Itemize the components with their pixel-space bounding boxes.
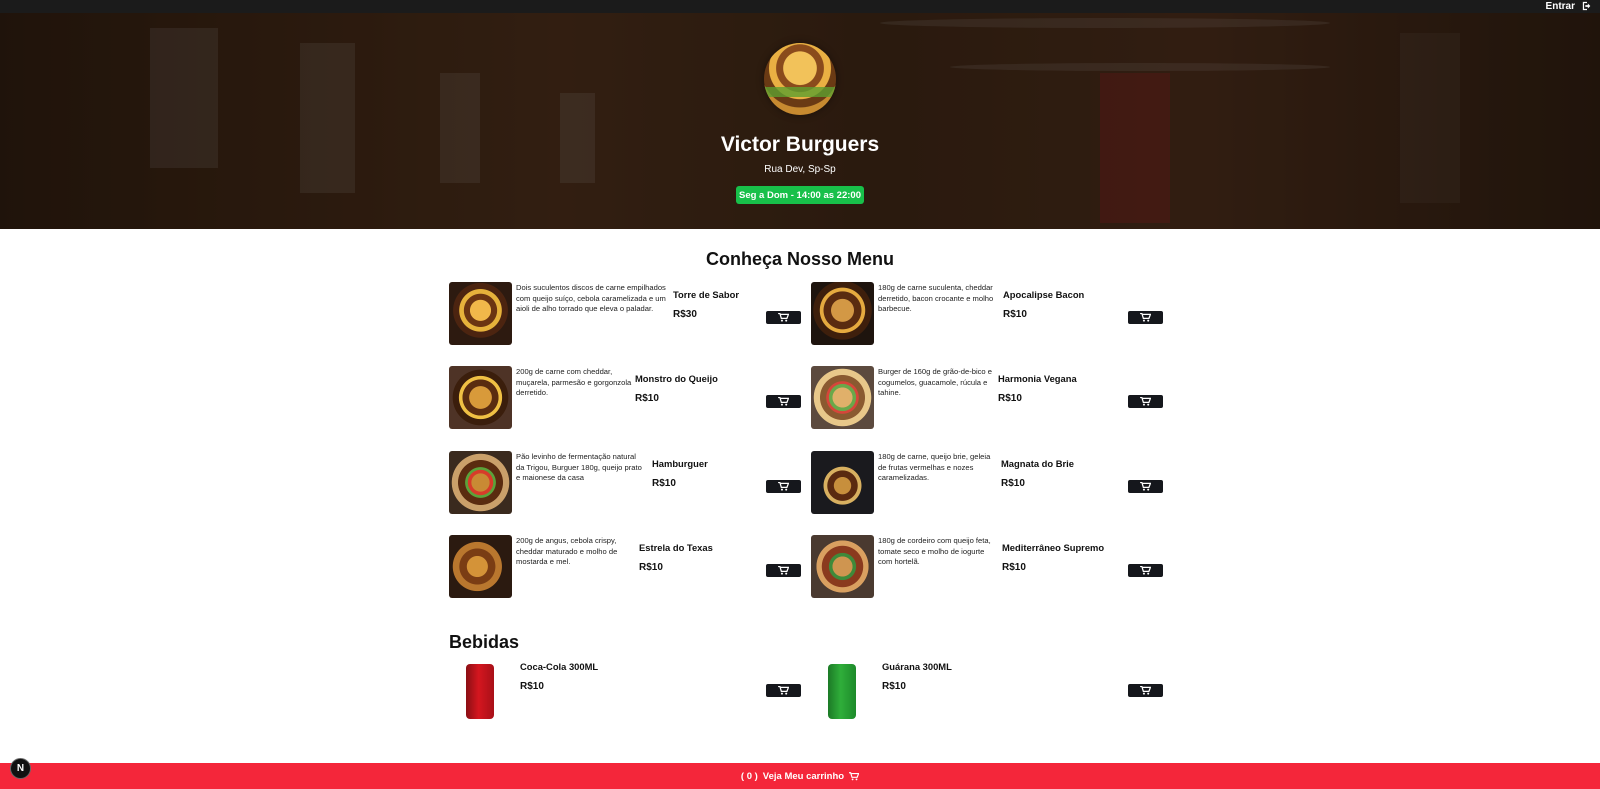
drink-name: Guárana 300ML [882,661,952,672]
burger-image [449,366,512,429]
dev-tools-badge[interactable]: N [10,758,31,779]
drink-item: Guárana 300ML R$10 [811,660,1163,724]
add-to-cart-button[interactable] [766,311,801,324]
add-to-cart-button[interactable] [1128,564,1163,577]
burger-image [449,451,512,514]
add-to-cart-button[interactable] [766,480,801,493]
cart-icon [778,686,789,695]
burger-image [449,535,512,598]
item-name: Monstro do Queijo [635,373,718,384]
item-price: R$10 [635,393,659,404]
item-description: 200g de angus, cebola crispy, cheddar ma… [516,536,618,567]
restaurant-address: Rua Dev, Sp-Sp [764,164,836,175]
item-name: Torre de Sabor [673,289,739,300]
menu-item: 200g de angus, cebola crispy, cheddar ma… [449,535,801,599]
item-price: R$10 [1001,478,1025,489]
cart-icon [1140,313,1151,322]
item-name: Apocalipse Bacon [1003,289,1085,300]
view-cart-label: Veja Meu carrinho [762,770,845,782]
opening-hours-badge: Seg a Dom - 14:00 as 22:00 [736,186,864,204]
cart-icon [778,566,789,575]
item-price: R$10 [1003,309,1027,320]
item-description: Burger de 160g de grão-de-bico e cogumel… [878,367,992,398]
menu-item: 180g de cordeiro com queijo feta, tomate… [811,535,1163,599]
drink-name: Coca-Cola 300ML [520,661,599,672]
item-name: Mediterrâneo Supremo [1002,542,1105,553]
drink-price: R$10 [882,681,906,692]
menu-item: Pão levinho de fermentação natural da Tr… [449,451,801,515]
item-description: 200g de carne com cheddar, muçarela, par… [516,367,632,398]
burger-image [811,366,874,429]
item-description: 180g de cordeiro com queijo feta, tomate… [878,536,991,567]
menu-item: 180g de carne suculenta, cheddar derreti… [811,282,1163,346]
cola-can-image [466,664,494,719]
item-description: 180g de carne, queijo brie, geleia de fr… [878,452,991,483]
item-price: R$10 [998,393,1022,404]
menu-item: Dois suculentos discos de carne empilhad… [449,282,801,346]
item-name: Estrela do Texas [639,542,713,553]
restaurant-name: Victor Burguers [720,133,880,156]
cart-icon [778,313,789,322]
menu-item: 200g de carne com cheddar, muçarela, par… [449,366,801,430]
add-to-cart-button[interactable] [1128,395,1163,408]
add-to-cart-button[interactable] [1128,480,1163,493]
cart-icon [778,397,789,406]
menu-item: Burger de 160g de grão-de-bico e cogumel… [811,366,1163,430]
add-to-cart-button[interactable] [766,684,801,697]
burger-image [811,451,874,514]
burger-image [449,282,512,345]
menu-title: Conheça Nosso Menu [705,249,895,269]
guarana-can-image [828,664,856,719]
login-label: Entrar [1545,0,1575,12]
top-bar [0,0,1600,13]
menu-item: 180g de carne, queijo brie, geleia de fr… [811,451,1163,515]
item-price: R$10 [652,478,676,489]
item-price: R$10 [639,562,663,573]
item-name: Magnata do Brie [1001,458,1074,469]
item-name: Harmonia Vegana [998,373,1077,384]
cart-icon [1140,566,1151,575]
cart-icon [1140,482,1151,491]
drinks-title: Bebidas [449,632,520,652]
burger-image [811,535,874,598]
login-button[interactable]: Entrar [1546,0,1592,12]
add-to-cart-button[interactable] [1128,311,1163,324]
item-price: R$10 [1002,562,1026,573]
cart-icon [1140,686,1151,695]
cart-icon [1140,397,1151,406]
cart-icon [778,482,789,491]
sign-out-icon [1582,1,1591,11]
add-to-cart-button[interactable] [766,395,801,408]
item-description: 180g de carne suculenta, cheddar derreti… [878,283,994,314]
item-name: Hamburguer [652,458,708,469]
drink-price: R$10 [520,681,544,692]
add-to-cart-button[interactable] [1128,684,1163,697]
item-description: Dois suculentos discos de carne empilhad… [516,283,666,314]
add-to-cart-button[interactable] [766,564,801,577]
cart-icon [849,771,860,780]
view-cart-bar[interactable]: ( 0 ) Veja Meu carrinho [0,763,1600,789]
drink-item: Coca-Cola 300ML R$10 [449,660,801,724]
item-price: R$30 [673,309,697,320]
cart-count: ( 0 ) [740,770,758,782]
burger-image [811,282,874,345]
item-description: Pão levinho de fermentação natural da Tr… [516,452,642,483]
restaurant-logo [764,43,836,115]
